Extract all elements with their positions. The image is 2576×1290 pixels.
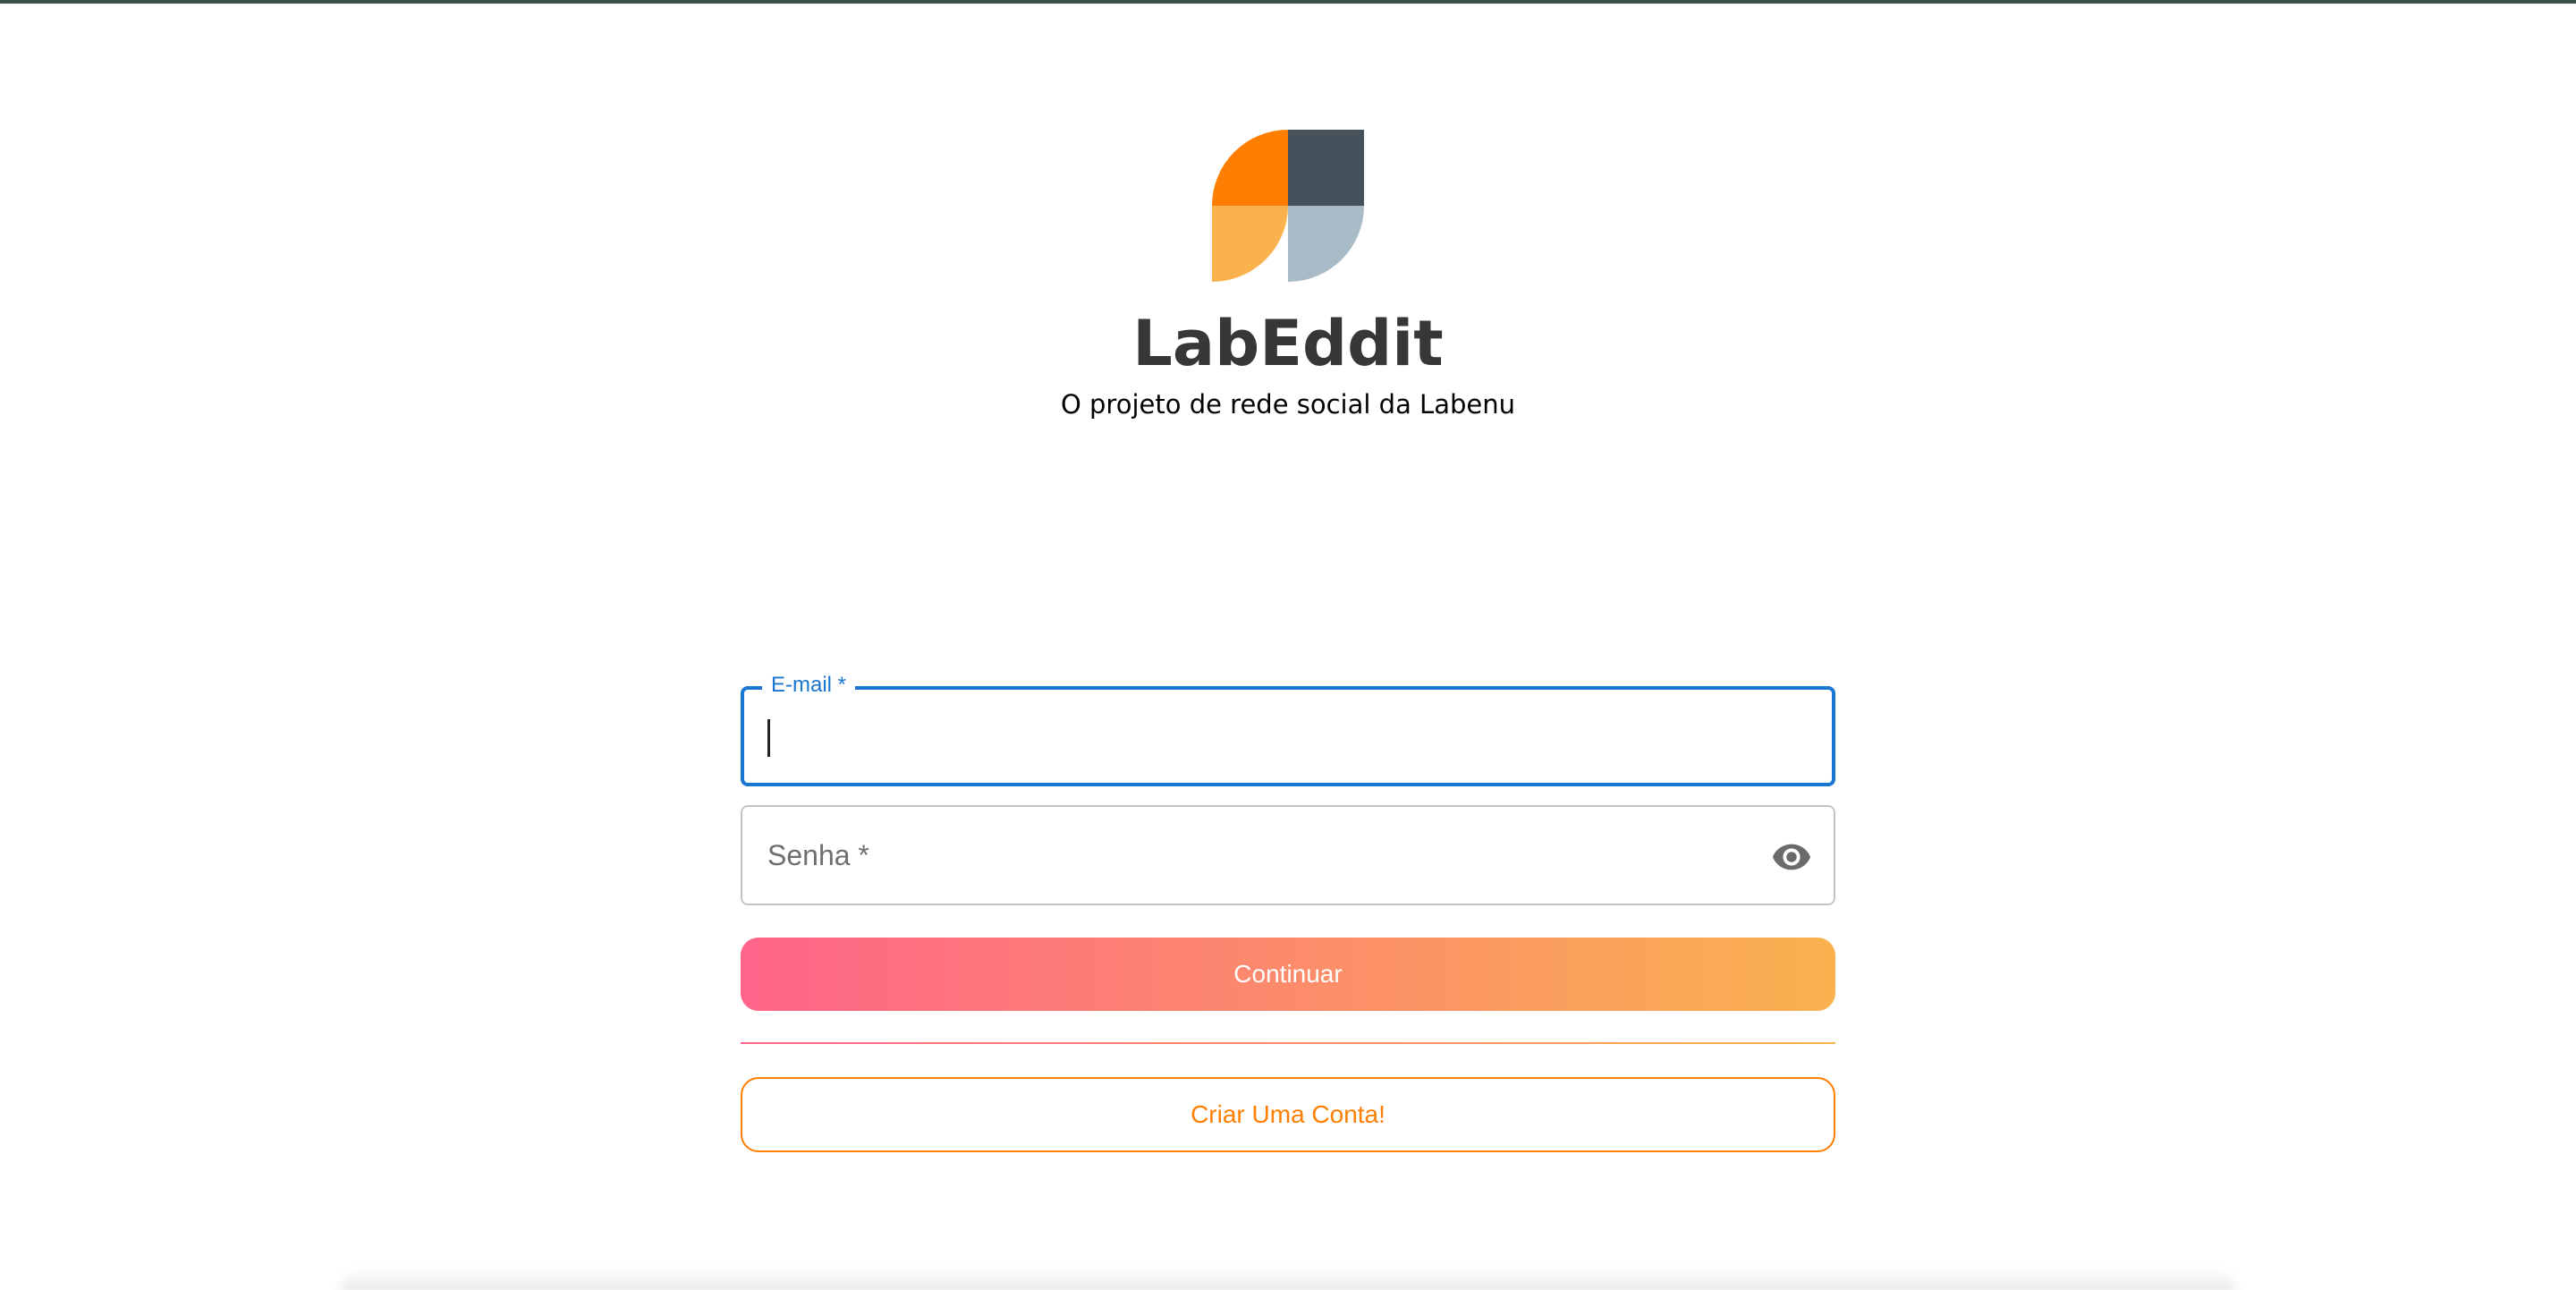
email-field[interactable]: E-mail * (741, 672, 1835, 786)
password-field[interactable]: Senha * (741, 805, 1835, 905)
continue-button[interactable]: Continuar (741, 938, 1835, 1011)
app-title: LabEddit (1132, 307, 1444, 380)
labeddit-logo-icon (1212, 130, 1364, 282)
create-account-button[interactable]: Criar Uma Conta! (741, 1077, 1835, 1152)
divider (741, 1042, 1835, 1044)
email-label: E-mail * (762, 672, 856, 699)
bottom-shadow (340, 1269, 2236, 1290)
eye-icon[interactable] (1771, 836, 1812, 878)
password-placeholder: Senha * (767, 839, 869, 871)
app-subtitle: O projeto de rede social da Labenu (1060, 389, 1515, 420)
text-cursor (767, 719, 770, 757)
login-page: LabEddit O projeto de rede social da Lab… (0, 0, 2576, 1290)
